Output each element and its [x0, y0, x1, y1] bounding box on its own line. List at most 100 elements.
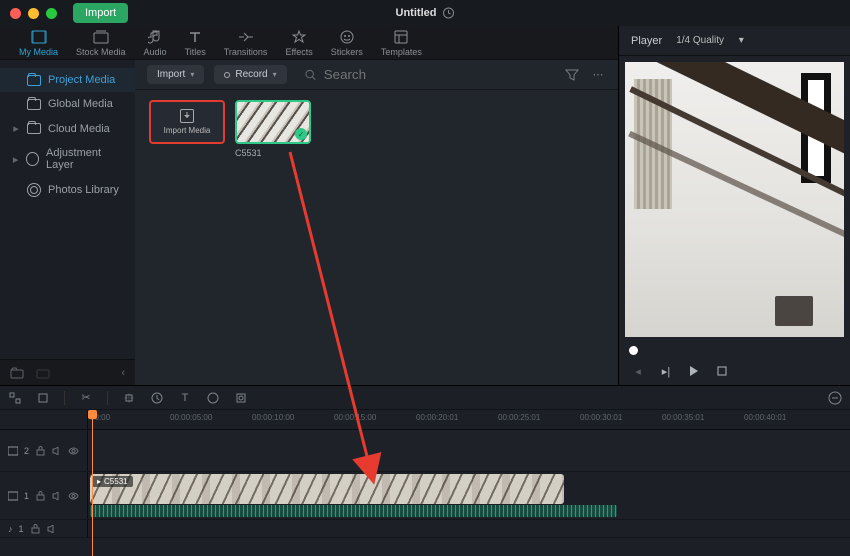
video-track-icon [8, 446, 18, 456]
audio-track-1[interactable]: ♪ 1 [0, 520, 850, 538]
timeline-audio-waveform[interactable] [90, 505, 617, 517]
track-header: 2 [0, 430, 88, 471]
crop-icon[interactable] [122, 391, 136, 405]
minimize-window[interactable] [28, 8, 39, 19]
lock-icon[interactable] [30, 523, 41, 534]
play-button[interactable] [687, 364, 701, 378]
tab-my-media[interactable]: My Media [10, 26, 67, 59]
video-track-icon [8, 491, 18, 501]
quality-selector[interactable]: 1/4 Quality ▾ [676, 35, 744, 46]
video-track-2[interactable]: 2 [0, 430, 850, 472]
media-clip-tile[interactable]: ✓ C5531 [235, 100, 311, 158]
download-icon [180, 109, 194, 123]
document-title: Untitled [396, 7, 455, 19]
sidebar-item-global-media[interactable]: Global Media [0, 92, 135, 116]
sidebar-label: Adjustment Layer [46, 147, 123, 171]
scrub-handle[interactable] [629, 346, 638, 355]
record-dot-icon [224, 72, 230, 78]
lock-icon[interactable] [35, 490, 45, 501]
scissors-icon[interactable]: ✂ [79, 391, 93, 405]
media-thumbnails: Import Media ✓ C5531 [135, 90, 618, 168]
sidebar-item-photos-library[interactable]: Photos Library [0, 177, 135, 203]
track-number: 2 [24, 446, 29, 456]
chevron-right-icon: ▸ [12, 122, 20, 135]
text-icon[interactable]: T [178, 391, 192, 405]
templates-icon [393, 29, 409, 45]
timeline-ruler[interactable]: 00:00 00:00:05:00 00:00:10:00 00:00:15:0… [0, 410, 850, 430]
mute-icon[interactable] [47, 523, 58, 534]
chevron-down-icon: ▾ [739, 35, 744, 46]
hide-icon[interactable] [68, 445, 79, 456]
audio-track-icon: ♪ [8, 524, 13, 534]
timeline-clip[interactable]: ▸ C5531 [90, 474, 564, 504]
adjustment-icon[interactable] [234, 391, 248, 405]
tab-audio[interactable]: Audio [135, 26, 176, 59]
tab-label: My Media [19, 47, 58, 57]
title-text: Untitled [396, 7, 437, 19]
timeline-tracks: 2 1 ▸ C5531 ♪ 1 [0, 430, 850, 556]
track-number: 1 [24, 491, 29, 501]
check-icon: ✓ [295, 128, 307, 140]
toolbar-import-button[interactable]: Import▾ [147, 65, 204, 84]
video-preview[interactable] [625, 62, 844, 337]
select-tool-icon[interactable] [8, 391, 22, 405]
clip-tag: ▸ C5531 [92, 476, 133, 487]
collapse-sidebar-icon[interactable]: ‹ [121, 367, 125, 379]
player-controls: ◂ ▸| [619, 357, 850, 385]
title-bar: Import Untitled [0, 0, 850, 26]
transitions-icon [238, 29, 254, 45]
tab-stock-media[interactable]: Stock Media [67, 26, 135, 59]
playhead[interactable] [92, 410, 93, 556]
speed-icon[interactable] [150, 391, 164, 405]
video-track-1[interactable]: 1 ▸ C5531 [0, 472, 850, 520]
photos-icon [27, 183, 41, 197]
chevron-down-icon: ▾ [273, 70, 277, 79]
tab-templates[interactable]: Templates [372, 26, 431, 59]
track-number: 1 [19, 524, 24, 534]
new-folder-icon[interactable] [10, 367, 24, 379]
window-controls [10, 8, 57, 19]
tab-label: Audio [144, 47, 167, 57]
sidebar-item-cloud-media[interactable]: ▸Cloud Media [0, 116, 135, 141]
mute-icon[interactable] [52, 445, 62, 456]
maximize-window[interactable] [46, 8, 57, 19]
prev-frame-button[interactable]: ◂ [631, 364, 645, 378]
tab-transitions[interactable]: Transitions [215, 26, 277, 59]
timeline-settings-icon[interactable] [828, 391, 842, 405]
tab-label: Effects [285, 47, 312, 57]
import-media-tile[interactable]: Import Media [149, 100, 225, 158]
toolbar-record-button[interactable]: Record▾ [214, 65, 286, 84]
new-bin-icon[interactable] [36, 367, 50, 379]
filter-icon[interactable] [564, 67, 580, 83]
search-icon [305, 69, 316, 81]
timeline-panel: ✂ T 00:00 00:00:05:00 00:00:10:00 00:00:… [0, 385, 850, 556]
sidebar-item-adjustment-layer[interactable]: ▸ Adjustment Layer [0, 141, 135, 177]
chevron-right-icon: ▸ [12, 153, 19, 166]
next-frame-button[interactable]: ▸| [659, 364, 673, 378]
sidebar-footer: ‹ [0, 359, 135, 385]
search-input[interactable] [322, 66, 554, 83]
hide-icon[interactable] [68, 490, 79, 501]
import-button[interactable]: Import [73, 3, 128, 23]
search-field[interactable] [297, 66, 554, 83]
mute-icon[interactable] [52, 490, 62, 501]
stock-icon [93, 29, 109, 45]
lock-icon[interactable] [35, 445, 45, 456]
group-tool-icon[interactable] [36, 391, 50, 405]
import-label: Import Media [164, 126, 211, 135]
tab-stickers[interactable]: Stickers [322, 26, 372, 59]
close-window[interactable] [10, 8, 21, 19]
tab-label: Titles [185, 47, 206, 57]
tab-effects[interactable]: Effects [276, 26, 321, 59]
sidebar-item-project-media[interactable]: Project Media [0, 68, 135, 92]
player-scrub-bar[interactable] [619, 343, 850, 357]
timeline-tools: ✂ T [0, 386, 850, 410]
color-icon[interactable] [206, 391, 220, 405]
folder-icon [27, 75, 41, 86]
history-icon[interactable] [442, 7, 454, 19]
more-icon[interactable]: ⋯ [590, 67, 606, 83]
stop-button[interactable] [715, 364, 729, 378]
tab-titles[interactable]: Titles [176, 26, 215, 59]
ruler-ticks: 00:00 00:00:05:00 00:00:10:00 00:00:15:0… [88, 410, 850, 429]
folder-icon [27, 99, 41, 110]
